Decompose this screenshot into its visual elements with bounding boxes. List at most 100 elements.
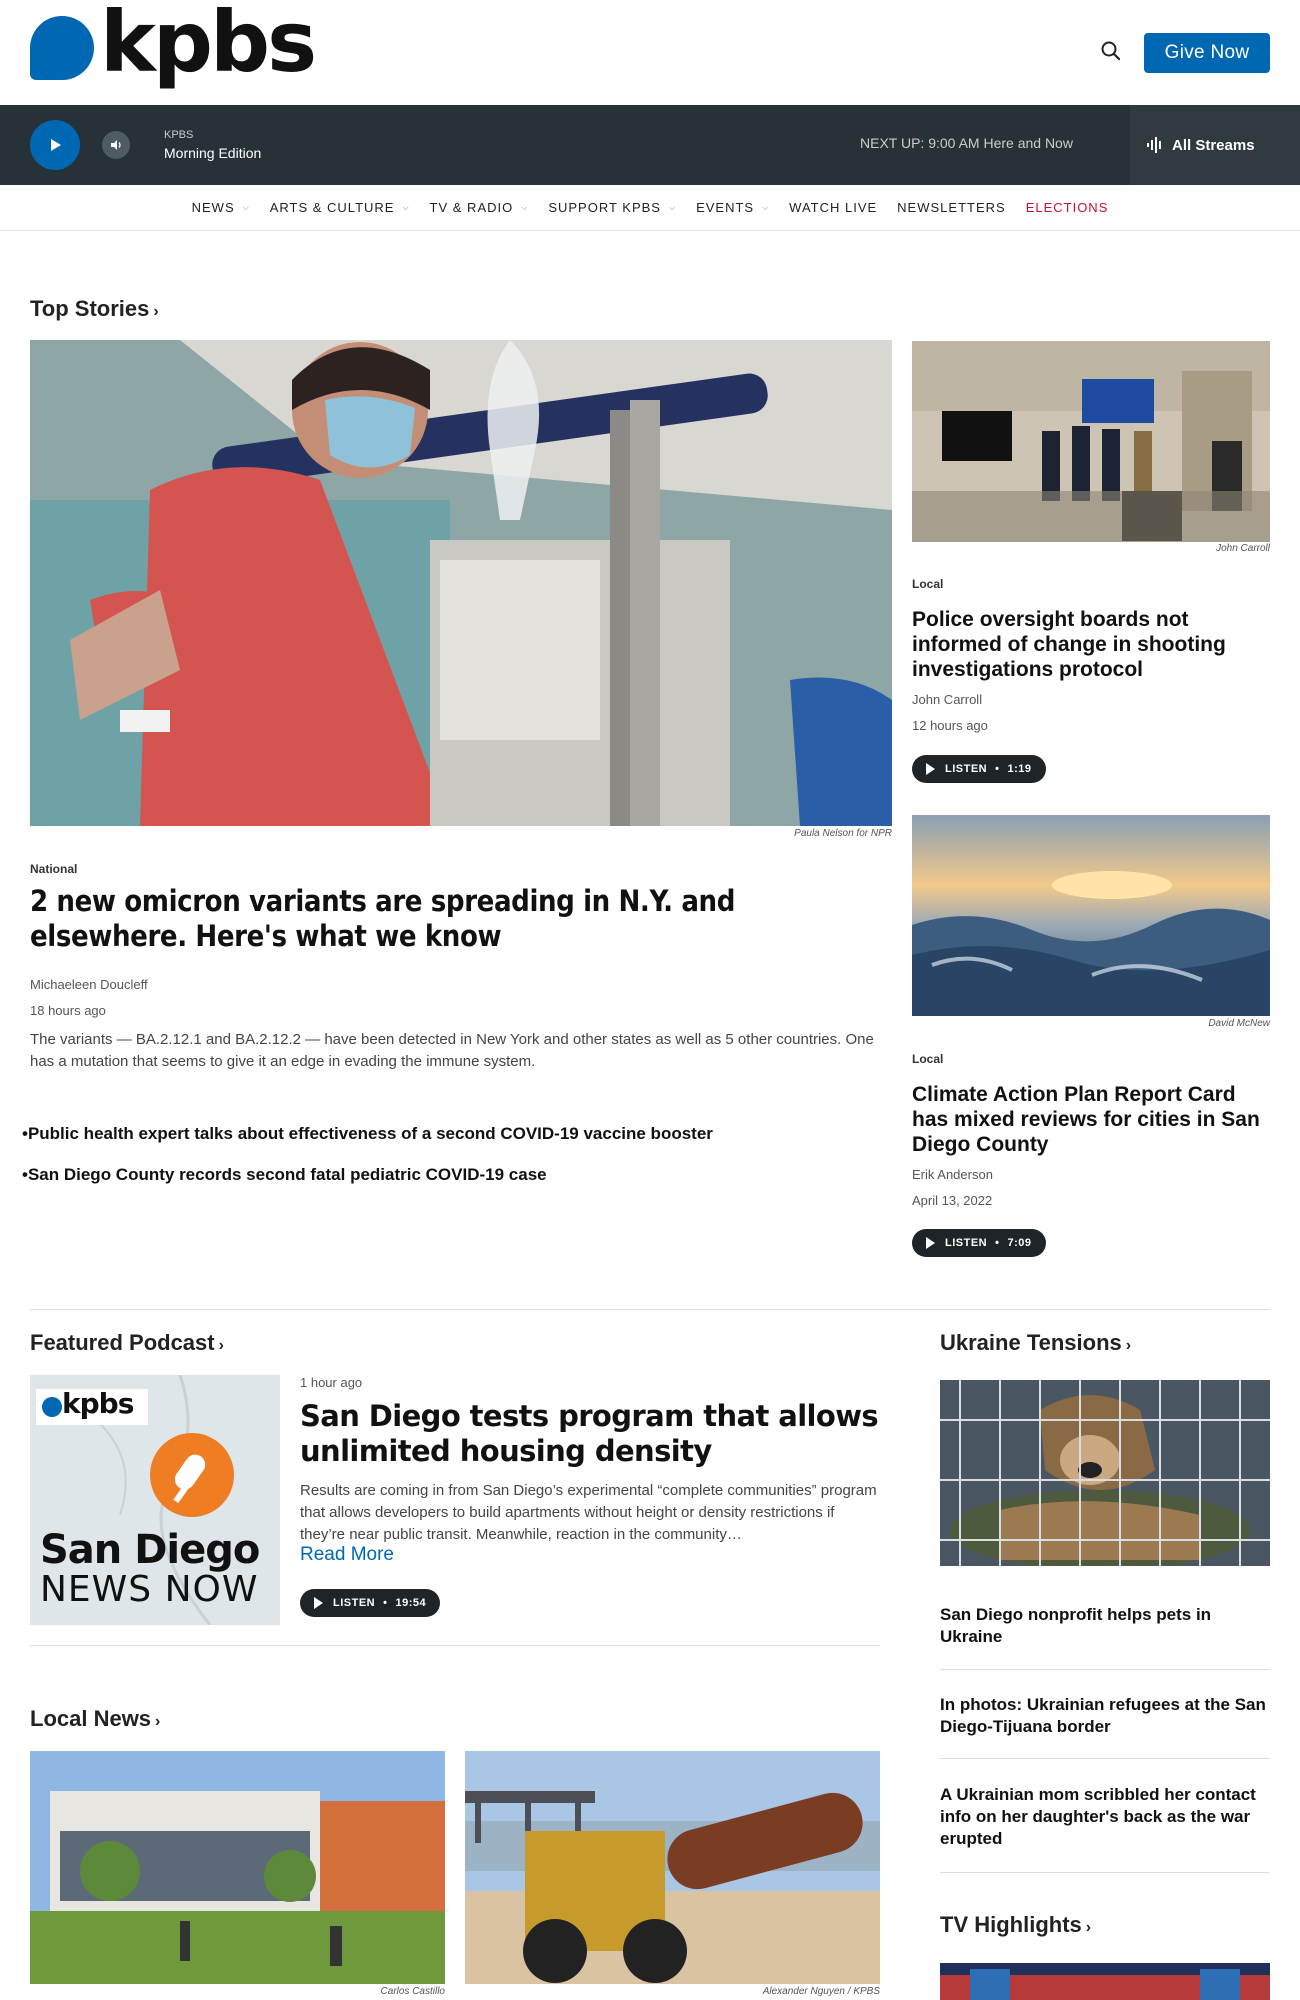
story-author[interactable]: Erik Anderson <box>912 1167 993 1182</box>
listen-button[interactable]: LISTEN • 19:54 <box>300 1589 441 1617</box>
site-header: kpbs Give Now <box>0 0 1300 105</box>
kpbs-logo[interactable]: kpbs <box>30 0 317 90</box>
nav-item-arts-culture[interactable]: ARTS & CULTURE ⌵ <box>270 200 410 215</box>
chevron-down-icon: ⌵ <box>521 202 529 212</box>
nav-label: ARTS & CULTURE <box>269 200 395 215</box>
listen-label: LISTEN <box>945 763 988 775</box>
chevron-right-icon: › <box>218 1337 224 1354</box>
chevron-down-icon: ⌵ <box>762 202 770 212</box>
nav-item-tv-radio[interactable]: TV & RADIO ⌵ <box>430 200 529 215</box>
ukraine-story-link[interactable]: San Diego nonprofit helps pets in Ukrain… <box>940 1604 1270 1648</box>
listen-duration: 7:09 <box>1007 1237 1032 1249</box>
nav-item-news[interactable]: NEWS ⌵ <box>192 200 250 215</box>
next-up: NEXT UP: 9:00 AM Here and Now <box>860 135 1073 151</box>
main-nav: NEWS ⌵ ARTS & CULTURE ⌵ TV & RADIO ⌵ SUPPOR… <box>0 185 1300 231</box>
logo-mark <box>30 16 94 80</box>
play-button[interactable] <box>30 120 80 170</box>
section-title: Ukraine Tensions <box>940 1330 1122 1355</box>
nav-label: NEWSLETTERS <box>897 200 1006 215</box>
local-news-image[interactable] <box>465 1751 880 1984</box>
nav-label: NEWS <box>191 200 235 215</box>
next-up-time: 9:00 AM <box>928 135 980 151</box>
next-up-show: Here and Now <box>983 135 1073 151</box>
image-credit: David McNew <box>1208 1018 1270 1029</box>
volume-button[interactable] <box>102 131 130 159</box>
nav-label: TV & RADIO <box>429 200 514 215</box>
podcast-artwork[interactable]: kpbs San Diego NEWS NOW <box>30 1375 280 1625</box>
ocean-sunset-photo <box>912 815 1270 1016</box>
side-story-headline[interactable]: Police oversight boards not informed of … <box>912 607 1270 682</box>
chevron-down-icon: ⌵ <box>242 202 250 212</box>
story-tag[interactable]: National <box>30 862 77 876</box>
section-title: Local News <box>30 1706 152 1731</box>
all-streams-button[interactable]: All Streams <box>1130 105 1300 185</box>
press-conference-photo <box>912 341 1270 542</box>
story-tag[interactable]: Local <box>912 577 943 591</box>
side-story-headline[interactable]: Climate Action Plan Report Card has mixe… <box>912 1082 1270 1157</box>
story-time: 12 hours ago <box>912 718 988 733</box>
search-icon[interactable] <box>1098 38 1124 64</box>
listen-button[interactable]: LISTEN • 7:09 <box>912 1229 1046 1257</box>
nav-label: ELECTIONS <box>1025 200 1109 215</box>
chevron-right-icon: › <box>155 1713 161 1730</box>
nav-item-support-kpbs[interactable]: SUPPORT KPBS ⌵ <box>548 200 676 215</box>
section-title: Top Stories <box>30 296 150 321</box>
section-divider <box>30 1645 880 1646</box>
featured-podcast-heading[interactable]: Featured Podcast › <box>30 1330 224 1356</box>
nav-label: SUPPORT KPBS <box>548 200 661 215</box>
story-author[interactable]: Michaeleen Doucleff <box>30 977 148 992</box>
related-story-title: San Diego County records second fatal pe… <box>27 1165 547 1184</box>
top-stories-heading[interactable]: Top Stories › <box>30 296 159 322</box>
nav-label: EVENTS <box>696 200 755 215</box>
nav-item-newsletters[interactable]: NEWSLETTERS <box>897 200 1006 215</box>
story-time: 18 hours ago <box>30 1003 106 1018</box>
give-now-button[interactable]: Give Now <box>1144 33 1270 73</box>
podcast-art-subtitle: NEWS NOW <box>40 1569 259 1610</box>
podcast-episode-headline[interactable]: San Diego tests program that allows unli… <box>300 1399 880 1469</box>
story-author[interactable]: John Carroll <box>912 692 982 707</box>
listen-duration: 19:54 <box>395 1597 427 1609</box>
podcast-teaser: Results are coming in from San Diego’s e… <box>300 1482 877 1543</box>
list-divider <box>940 1758 1270 1759</box>
image-credit: Alexander Nguyen / KPBS <box>762 1986 880 1997</box>
read-more-link[interactable]: Read More <box>300 1544 394 1566</box>
chevron-right-icon: › <box>153 303 159 320</box>
nav-item-events[interactable]: EVENTS ⌵ <box>696 200 769 215</box>
local-news-heading[interactable]: Local News › <box>30 1706 160 1732</box>
related-story-link[interactable]: •San Diego County records second fatal p… <box>22 1165 547 1185</box>
main-story-headline[interactable]: 2 new omicron variants are spreading in … <box>30 884 870 954</box>
story-tag[interactable]: Local <box>912 1052 943 1066</box>
nav-label: WATCH LIVE <box>789 200 878 215</box>
audio-wave-icon <box>1147 137 1161 153</box>
chevron-down-icon: ⌵ <box>402 202 410 212</box>
story-time: April 13, 2022 <box>912 1193 993 1208</box>
ukraine-image[interactable] <box>940 1380 1270 1566</box>
dog-in-crate-photo <box>940 1380 1270 1566</box>
tv-studio-photo <box>940 1963 1270 2000</box>
podcast-time: 1 hour ago <box>300 1375 363 1390</box>
side-story-image[interactable] <box>912 341 1270 542</box>
play-icon <box>51 139 61 151</box>
main-story-image[interactable] <box>30 340 892 826</box>
nav-item-watch-live[interactable]: WATCH LIVE <box>789 200 877 215</box>
tv-highlight-image[interactable] <box>940 1963 1270 2000</box>
image-credit: Paula Nelson for NPR <box>794 828 892 839</box>
beach-tractor-photo <box>465 1751 880 1984</box>
list-divider <box>940 1669 1270 1670</box>
image-credit: Carlos Castillo <box>380 1986 445 1997</box>
ukraine-story-link[interactable]: A Ukrainian mom scribbled her contact in… <box>940 1784 1270 1850</box>
related-story-link[interactable]: •Public health expert talks about effect… <box>22 1124 713 1144</box>
section-divider <box>30 1309 1270 1310</box>
local-news-image[interactable] <box>30 1751 445 1984</box>
listen-button[interactable]: LISTEN • 1:19 <box>912 755 1046 783</box>
section-title: Featured Podcast <box>30 1330 215 1355</box>
logo-text: kpbs <box>100 0 317 91</box>
listen-duration: 1:19 <box>1007 763 1032 775</box>
tv-highlights-heading[interactable]: TV Highlights › <box>940 1912 1091 1938</box>
chevron-right-icon: › <box>1085 1919 1092 1936</box>
side-story-image[interactable] <box>912 815 1270 1016</box>
nav-item-elections[interactable]: ELECTIONS <box>1026 200 1109 215</box>
ukraine-tensions-heading[interactable]: Ukraine Tensions › <box>940 1330 1131 1356</box>
list-divider <box>940 1872 1270 1873</box>
ukraine-story-link[interactable]: In photos: Ukrainian refugees at the San… <box>940 1694 1270 1738</box>
